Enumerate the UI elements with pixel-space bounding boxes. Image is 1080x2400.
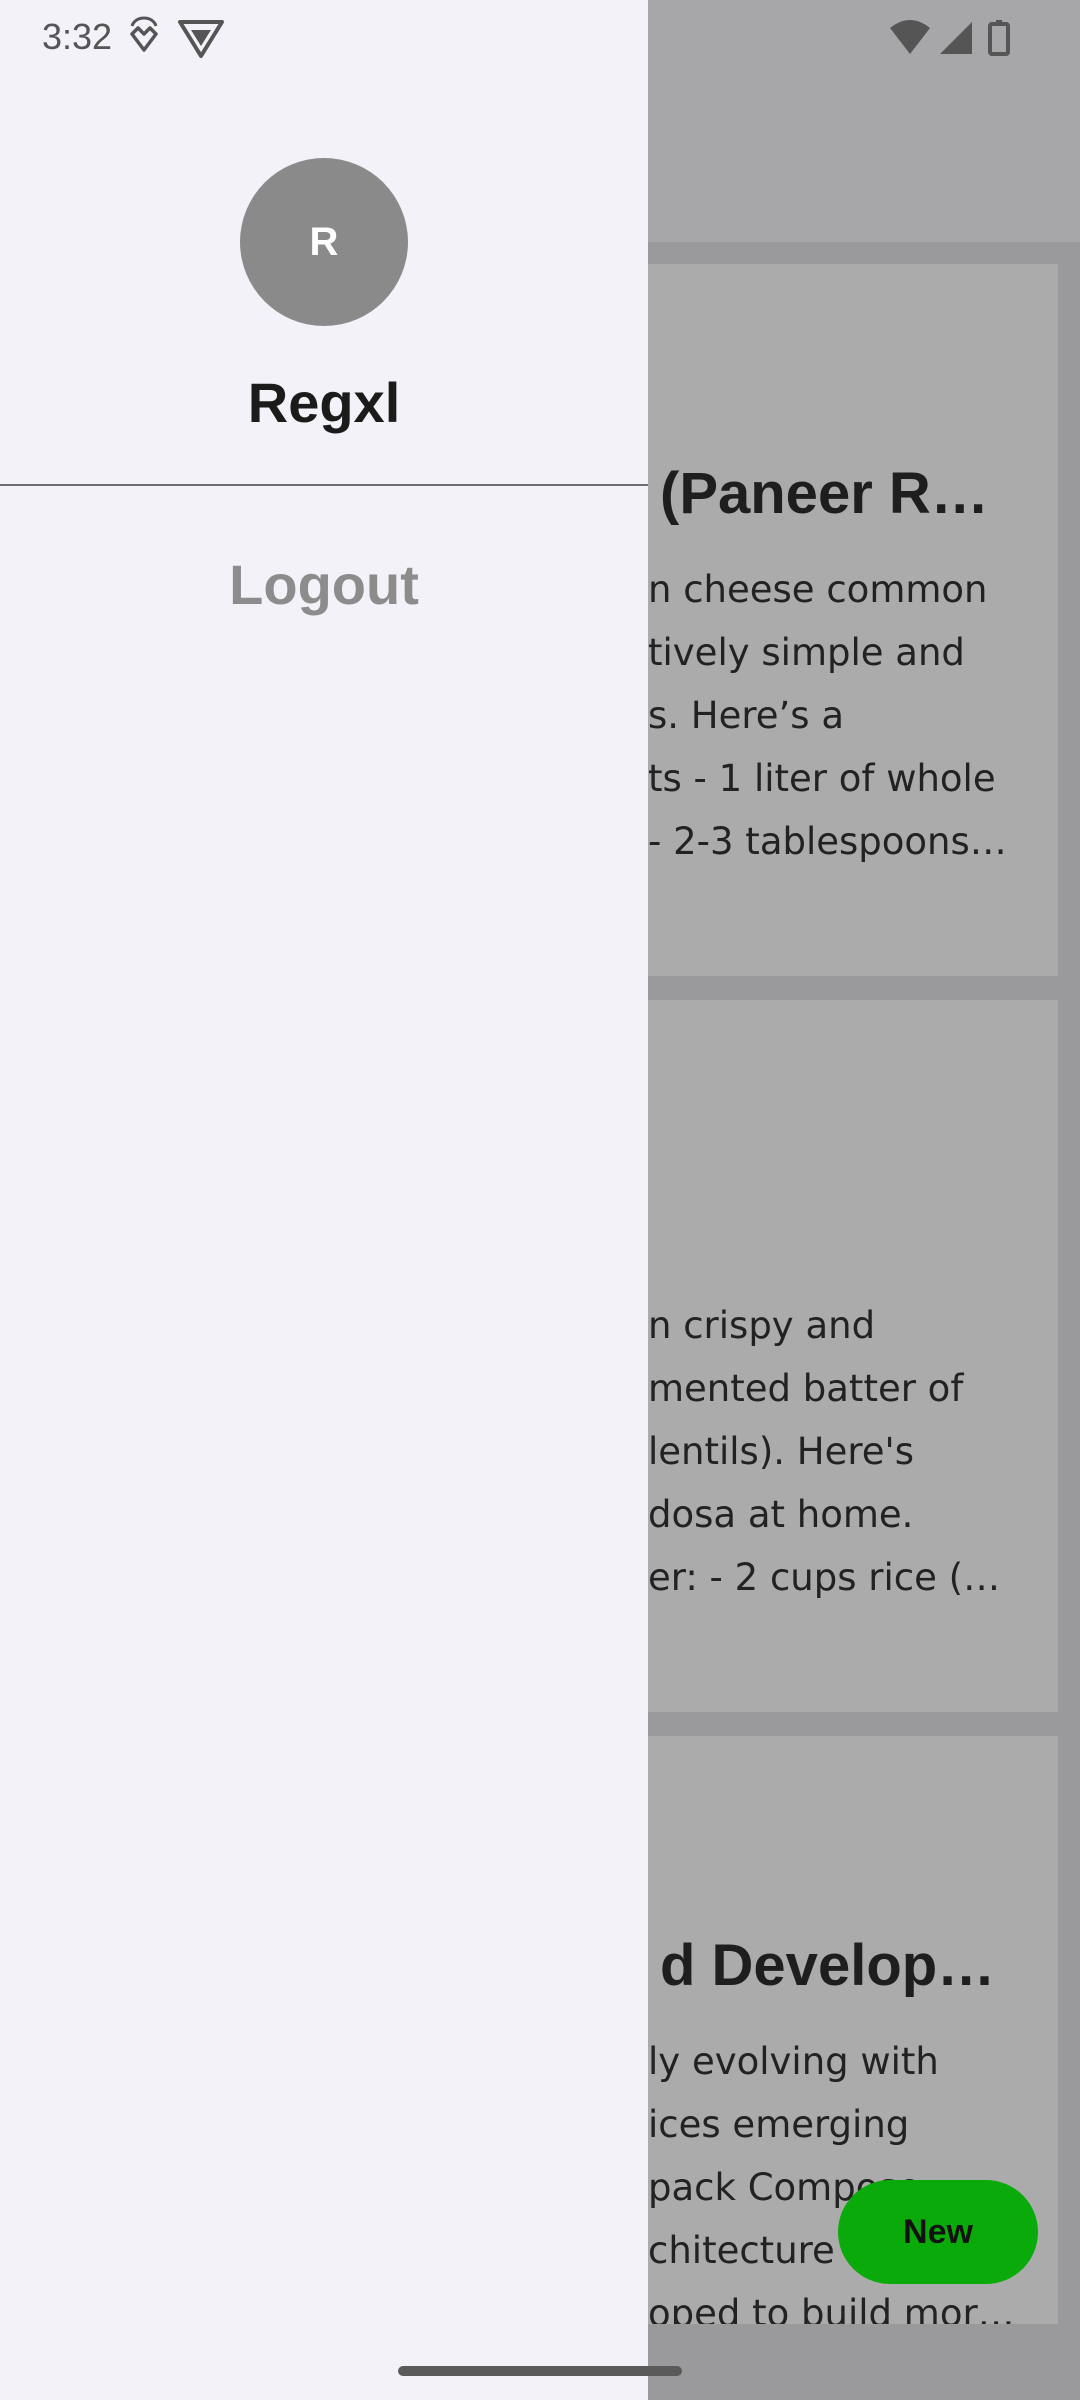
logout-button[interactable]: Logout	[0, 552, 648, 617]
battery-icon	[988, 20, 1010, 56]
card-text-line: ts - 1 liter of whole	[648, 757, 996, 800]
avatar[interactable]: R	[240, 158, 408, 326]
card-text-line: tively simple and	[648, 631, 965, 674]
card-text-line: n cheese common	[648, 568, 988, 611]
card-text-line: ly evolving with	[648, 2040, 939, 2083]
card-text-line: s. Here’s a	[648, 694, 845, 737]
gesture-navigation-bar[interactable]	[398, 2366, 682, 2376]
card-text-line: ices emerging	[648, 2103, 910, 2146]
recipe-card[interactable]: (Paneer R… n cheese common tively simple…	[620, 264, 1058, 976]
card-text-line: er: - 2 cups rice (…	[648, 1556, 1001, 1599]
shield-heart-icon	[126, 14, 162, 63]
card-text-line: mented batter of	[648, 1367, 964, 1410]
card-text-line: n crispy and	[648, 1304, 876, 1347]
card-text-line: oped to build mor…	[648, 2292, 1015, 2324]
new-note-button[interactable]: New	[838, 2180, 1038, 2284]
recipe-card[interactable]: n crispy and mented batter of lentils). …	[620, 1000, 1058, 1712]
card-text-line: dosa at home.	[648, 1493, 914, 1536]
card-text-line: - 2-3 tablespoons…	[648, 820, 1007, 863]
vpn-shield-icon	[176, 14, 226, 65]
card-text-line: lentils). Here's	[648, 1430, 914, 1473]
card-title: d Develop…	[660, 1933, 996, 1998]
card-title: (Paneer R…	[660, 461, 989, 526]
navigation-drawer: 3:32 R Regxl Logout	[0, 0, 648, 2400]
wifi-icon	[890, 20, 930, 54]
divider	[0, 484, 648, 486]
signal-icon	[940, 22, 972, 54]
status-icons-right	[886, 14, 1046, 67]
username: Regxl	[247, 371, 401, 434]
status-time: 3:32	[42, 16, 113, 57]
